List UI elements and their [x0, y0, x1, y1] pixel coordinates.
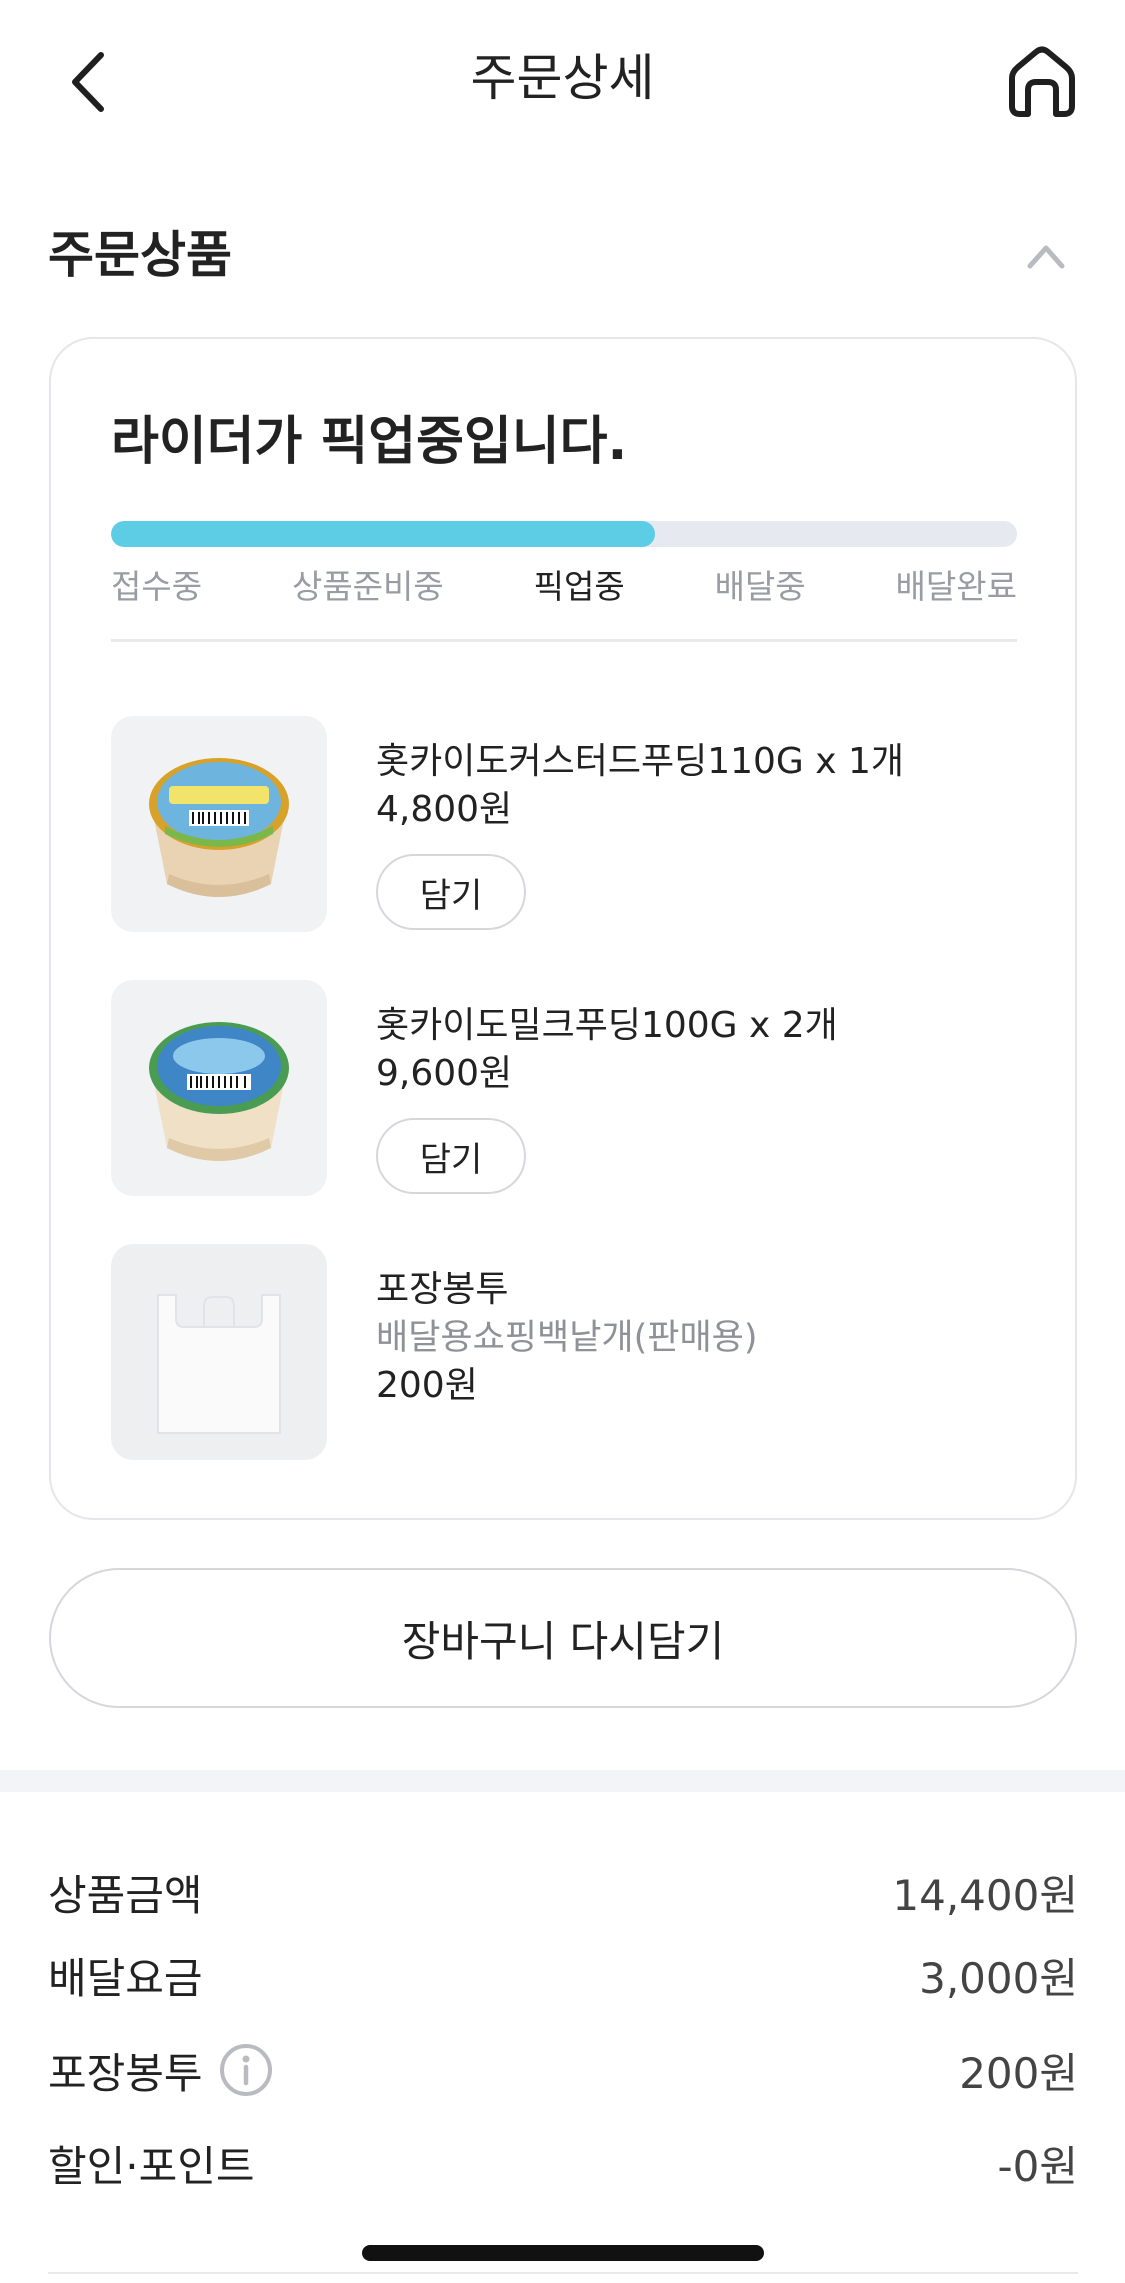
section-separator: [0, 1770, 1125, 1792]
divider: [111, 639, 1017, 642]
item-price: 200원: [376, 1365, 478, 1406]
summary-label: 포장봉투: [48, 2048, 203, 2098]
item-name: 홋카이도커스터드푸딩110G x 1개: [376, 741, 905, 782]
summary-row: 배달요금 3,000원: [48, 1940, 1078, 2010]
section-title: 주문상품: [48, 226, 232, 284]
order-card: 라이더가 픽업중입니다. 접수중 상품준비중 픽업중 배달중 배달완료 홋카이도…: [49, 337, 1077, 1520]
page-title: 주문상세: [470, 49, 655, 107]
item-info: 홋카이도밀크푸딩100G x 2개 9,600원 담기: [376, 1002, 1016, 1194]
home-icon: [1009, 46, 1075, 117]
summary-row: 포장봉투 200원: [48, 2035, 1078, 2105]
summary-row: 상품금액 14,400원: [48, 1857, 1078, 1927]
milk-pudding-image[interactable]: [111, 980, 327, 1196]
item-description: 배달용쇼핑백낱개(판매용): [376, 1318, 758, 1358]
home-button[interactable]: [1004, 44, 1080, 120]
summary-value: 3,000원: [919, 1953, 1078, 2003]
progress-fill: [111, 521, 655, 547]
step-label-active: 픽업중: [533, 567, 625, 606]
item-info: 홋카이도커스터드푸딩110G x 1개 4,800원 담기: [376, 738, 1016, 930]
pudding-cup-image: [149, 758, 289, 897]
list-item: 홋카이도밀크푸딩100G x 2개 9,600원 담기: [111, 980, 1017, 1196]
delivery-status-message: 라이더가 픽업중입니다.: [111, 412, 628, 472]
step-label: 접수중: [111, 567, 203, 606]
summary-label-with-info: 포장봉투: [48, 2040, 273, 2101]
summary-value: 14,400원: [892, 1870, 1078, 1920]
summary-label: 상품금액: [48, 1870, 203, 1920]
shopping-bag-image[interactable]: [111, 1244, 327, 1460]
home-indicator[interactable]: [362, 2245, 764, 2261]
add-to-cart-button[interactable]: 담기: [376, 854, 526, 930]
summary-label: 할인·포인트: [48, 2141, 255, 2191]
add-to-cart-button[interactable]: 담기: [376, 1118, 526, 1194]
progress-steps: 접수중 상품준비중 픽업중 배달중 배달완료: [111, 561, 1017, 613]
summary-value: 200원: [959, 2048, 1078, 2098]
list-item: 홋카이도커스터드푸딩110G x 1개 4,800원 담기: [111, 716, 1017, 932]
plastic-bag-image: [157, 1294, 281, 1434]
item-price: 4,800원: [376, 789, 513, 830]
step-label: 상품준비중: [291, 567, 444, 606]
top-nav-bar: 주문상세: [0, 0, 1125, 160]
reorder-cart-button[interactable]: 장바구니 다시담기: [49, 1568, 1077, 1708]
info-icon[interactable]: [219, 2043, 273, 2097]
item-name: 포장봉투: [376, 1269, 509, 1310]
item-price: 9,600원: [376, 1053, 513, 1094]
summary-row: 할인·포인트 -0원: [48, 2128, 1078, 2198]
list-item: 포장봉투 배달용쇼핑백낱개(판매용) 200원: [111, 1244, 1017, 1460]
pudding-cup-image: [149, 1022, 289, 1161]
chevron-up-icon[interactable]: [1024, 238, 1068, 274]
progress-track: [111, 521, 1017, 547]
item-name: 홋카이도밀크푸딩100G x 2개: [376, 1005, 838, 1046]
custard-pudding-image[interactable]: [111, 716, 327, 932]
step-label: 배달완료: [895, 567, 1017, 606]
summary-label: 배달요금: [48, 1953, 203, 2003]
summary-value: -0원: [997, 2141, 1078, 2191]
divider: [48, 2272, 1078, 2274]
item-info: 포장봉투 배달용쇼핑백낱개(판매용) 200원: [376, 1266, 1016, 1410]
order-items-section-header[interactable]: 주문상품: [48, 220, 1078, 290]
step-label: 배달중: [714, 567, 806, 606]
